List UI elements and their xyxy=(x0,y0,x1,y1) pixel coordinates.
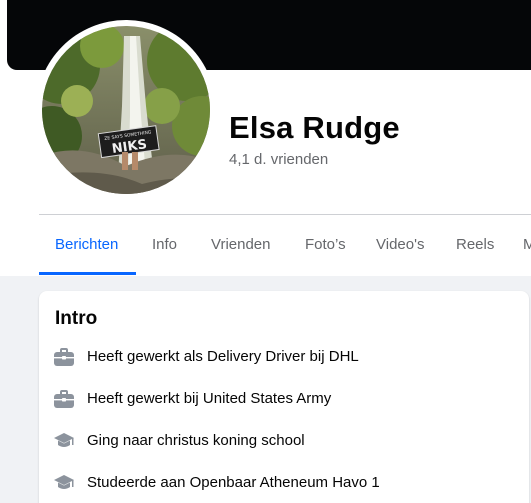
intro-card: Intro Heeft gewerkt als Delivery Driver … xyxy=(39,291,529,503)
intro-prefix: Ging naar xyxy=(87,432,158,449)
graduation-cap-icon xyxy=(54,433,74,447)
friends-count-link[interactable]: 4,1 d. vrienden xyxy=(229,151,328,168)
tab-vrienden[interactable]: Vrienden xyxy=(211,215,271,275)
intro-item-work: Heeft gewerkt als Delivery Driver bij DH… xyxy=(53,345,523,369)
intro-text: Studeerde aan Openbaar Atheneum Havo 1 xyxy=(87,474,380,491)
intro-text: Ging naar christus koning school xyxy=(87,432,305,449)
tab-reels[interactable]: Reels xyxy=(456,215,494,275)
tab-info[interactable]: Info xyxy=(152,215,177,275)
tab-berichten[interactable]: Berichten xyxy=(55,215,118,275)
intro-item-education: Ging naar christus koning school xyxy=(53,429,523,453)
intro-prefix: Heeft gewerkt bij xyxy=(87,390,203,407)
graduation-cap-icon xyxy=(54,475,74,489)
intro-prefix: Heeft gewerkt als Delivery Driver bij xyxy=(87,348,329,365)
profile-name: Elsa Rudge xyxy=(229,110,400,145)
tab-videos[interactable]: Video's xyxy=(376,215,424,275)
intro-text: Heeft gewerkt als Delivery Driver bij DH… xyxy=(87,348,359,365)
intro-link[interactable]: Openbaar Atheneum Havo 1 xyxy=(190,474,380,491)
intro-text: Heeft gewerkt bij United States Army xyxy=(87,390,331,407)
tab-fotos[interactable]: Foto’s xyxy=(305,215,346,275)
intro-link[interactable]: DHL xyxy=(329,348,359,365)
intro-prefix: Studeerde aan xyxy=(87,474,190,491)
avatar[interactable]: ZE SAYS SOMETHING NIKS xyxy=(42,26,210,194)
intro-link[interactable]: christus koning school xyxy=(157,432,305,449)
profile-tabs: Berichten Info Vrienden Foto’s Video's R… xyxy=(39,215,531,275)
intro-item-education: Studeerde aan Openbaar Atheneum Havo 1 xyxy=(53,471,523,495)
tab-more[interactable]: M xyxy=(523,215,531,275)
active-tab-indicator xyxy=(39,272,136,275)
briefcase-icon xyxy=(54,348,74,366)
briefcase-icon xyxy=(54,390,74,408)
intro-title: Intro xyxy=(55,308,98,329)
intro-item-work: Heeft gewerkt bij United States Army xyxy=(53,387,523,411)
intro-link[interactable]: United States Army xyxy=(203,390,331,407)
